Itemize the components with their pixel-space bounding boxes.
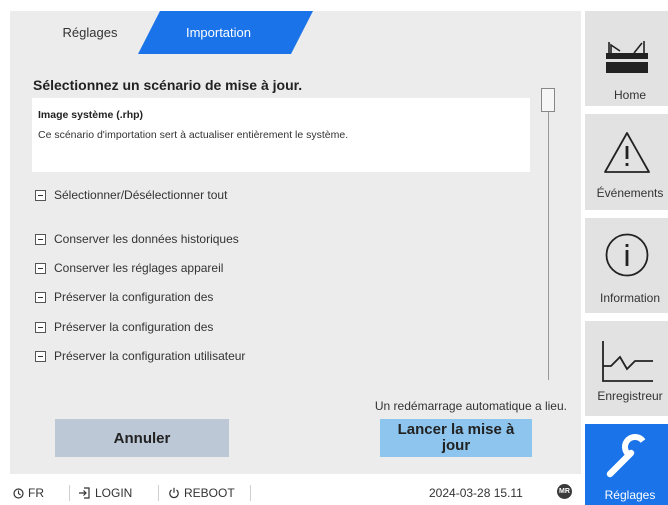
nav-home[interactable]: Home [585,11,668,106]
status-divider [158,485,159,501]
select-all-label: Sélectionner/Désélectionner tout [54,188,228,202]
scenario-title: Image système (.rhp) [38,109,144,121]
nav-events-label: Événements [596,186,664,200]
reboot-notice: Un redémarrage automatique a lieu. [374,399,567,413]
option-checkbox[interactable] [35,321,46,333]
tab-import-label: Importation [185,25,252,40]
reboot-button[interactable]: REBOOT [168,486,235,500]
scrollbar-thumb[interactable] [541,88,555,112]
start-update-button[interactable]: Lancer la mise à jour [380,419,532,457]
reboot-label: REBOOT [184,486,235,500]
page-heading: Sélectionnez un scénario de mise à jour. [33,77,303,93]
option-label: Conserver les réglages appareil [54,261,224,275]
info-icon [605,233,649,277]
datetime: 2024-03-28 15.11 [429,486,523,500]
login-icon [79,487,90,499]
nav-settings[interactable]: Réglages [585,424,668,505]
option-checkbox[interactable] [35,262,46,274]
tab-import[interactable]: Importation [138,11,313,54]
select-all-checkbox[interactable] [35,189,46,201]
tab-settings-label: Réglages [62,25,118,40]
language-selector[interactable]: FR [13,486,44,500]
login-button[interactable]: LOGIN [78,486,132,500]
option-keep-history[interactable]: Conserver les données historiques [35,231,239,247]
waveform-icon [602,341,653,382]
power-icon [169,487,179,499]
option-checkbox[interactable] [35,350,46,362]
scenario-description: Ce scénario d'importation sert à actuali… [38,129,349,141]
mr-badge: MR [557,484,572,499]
nav-home-label: Home [613,88,646,102]
main-navigation: Home Événements Information Enregistreur… [581,0,668,505]
option-label: Conserver les données historiques [54,232,239,246]
nav-events[interactable]: Événements [585,114,668,210]
status-bar: FR LOGIN REBOOT 2024-03-28 15.11 MR [10,480,581,505]
scenario-info-box[interactable]: Image système (.rhp) Ce scénario d'impor… [32,98,530,172]
nav-recorder[interactable]: Enregistreur [585,321,668,416]
option-label: Préserver la configuration des [54,320,214,334]
nav-settings-label: Réglages [604,488,656,502]
import-panel: Sélectionnez un scénario de mise à jour.… [10,54,581,474]
language-icon [13,487,24,499]
nav-information-label: Information [599,291,661,305]
wrench-icon [606,434,646,478]
option-label: Préserver la configuration des [54,290,214,304]
nav-recorder-label: Enregistreur [597,389,663,403]
cancel-button[interactable]: Annuler [55,419,229,457]
status-divider [250,485,251,501]
select-all-option[interactable]: Sélectionner/Désélectionner tout [35,187,227,203]
option-preserve-config-2[interactable]: Préserver la configuration des [35,319,213,335]
option-preserve-user-config[interactable]: Préserver la configuration utilisateur [35,348,245,364]
tab-bar: Réglages Importation [10,11,581,54]
status-divider [69,485,70,501]
option-preserve-config-1[interactable]: Préserver la configuration des [35,289,213,305]
home-icon [606,41,648,73]
option-keep-device-settings[interactable]: Conserver les réglages appareil [35,260,223,276]
option-checkbox[interactable] [35,233,46,245]
scrollbar-track[interactable] [548,90,549,380]
option-label: Préserver la configuration utilisateur [54,349,246,363]
nav-information[interactable]: Information [585,218,668,313]
login-label: LOGIN [95,486,133,500]
language-label: FR [28,486,44,500]
warning-icon [604,132,650,173]
option-checkbox[interactable] [35,291,46,303]
